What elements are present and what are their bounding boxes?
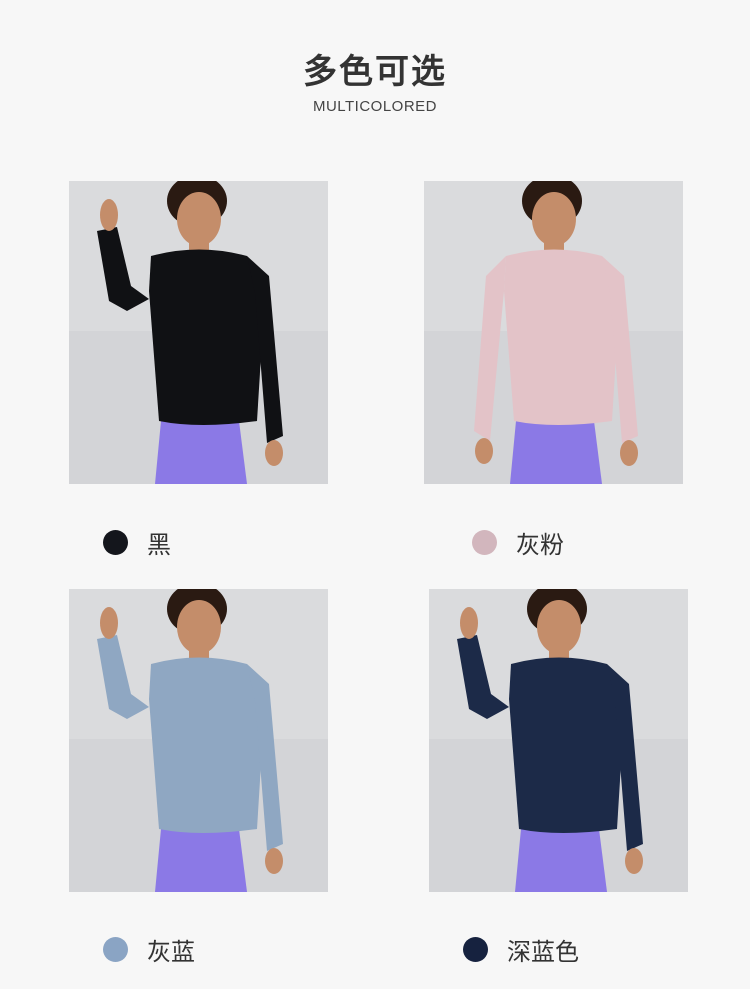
color-option-black: 黑 (103, 527, 171, 559)
section-subtitle: MULTICOLORED (312, 98, 438, 115)
product-photo-gray-blue (69, 589, 328, 892)
color-option-navy: 深蓝色 (463, 934, 579, 966)
color-name: 黑 (147, 530, 171, 559)
color-name: 灰粉 (516, 530, 564, 559)
color-swatch (103, 936, 128, 962)
product-photo-navy (429, 589, 688, 892)
product-photo-black (69, 181, 328, 484)
color-name: 深蓝色 (507, 937, 579, 966)
color-option-gray-blue: 灰蓝 (103, 934, 195, 966)
color-option-pink: 灰粉 (472, 527, 564, 559)
color-swatch (463, 936, 488, 962)
color-swatch (472, 529, 497, 555)
color-swatch (103, 529, 128, 555)
product-photo-pink (424, 181, 683, 484)
color-name: 灰蓝 (147, 937, 195, 966)
section-title: 多色可选 (303, 52, 447, 92)
